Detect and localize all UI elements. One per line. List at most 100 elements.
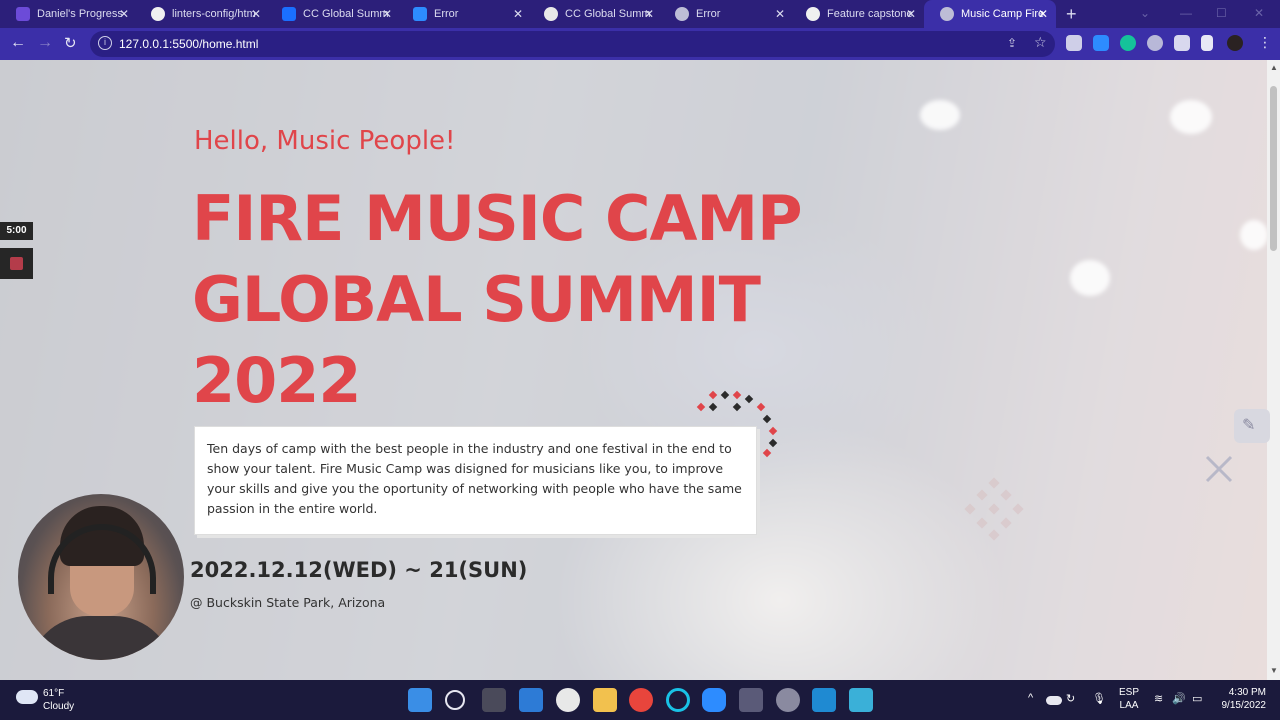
weather-temp: 61°F bbox=[43, 688, 65, 699]
onedrive-icon[interactable] bbox=[1046, 696, 1062, 705]
photos-icon[interactable] bbox=[849, 688, 873, 712]
grammarly-icon[interactable] bbox=[1120, 35, 1136, 51]
tab-feature-capstone[interactable]: Feature capstone ✕ bbox=[790, 0, 924, 28]
scrollbar-thumb[interactable] bbox=[1270, 86, 1277, 251]
zoom-icon[interactable] bbox=[702, 688, 726, 712]
tab-search-icon[interactable]: ⌄ bbox=[1140, 6, 1150, 20]
language-indicator[interactable]: ESP LAA bbox=[1118, 686, 1140, 712]
windows-start-icon[interactable] bbox=[408, 688, 432, 712]
decorative-pattern bbox=[964, 477, 1024, 541]
close-icon[interactable]: ✕ bbox=[251, 7, 261, 21]
clock-date: 9/15/2022 bbox=[1221, 700, 1267, 711]
close-icon[interactable]: ✕ bbox=[644, 7, 654, 21]
profile-avatar[interactable] bbox=[1227, 35, 1243, 51]
close-icon[interactable]: ✕ bbox=[1038, 7, 1048, 21]
title-line: FIRE MUSIC CAMP bbox=[192, 182, 803, 255]
behance-icon bbox=[282, 7, 296, 21]
settings-extension-icon[interactable] bbox=[1147, 35, 1163, 51]
url-text: 127.0.0.1:5500/home.html bbox=[119, 37, 259, 51]
recording-timer: 5:00 bbox=[0, 222, 33, 240]
bookmark-star-icon[interactable]: ☆ bbox=[1034, 34, 1047, 51]
scroll-down-arrow-icon[interactable]: ▼ bbox=[1270, 666, 1278, 675]
side-widget-button[interactable]: ✎ bbox=[1234, 409, 1270, 443]
codepen-icon bbox=[544, 7, 558, 21]
tab-music-camp-fire[interactable]: Music Camp Fire ✕ bbox=[924, 0, 1056, 28]
settings-icon[interactable] bbox=[776, 688, 800, 712]
store-icon[interactable] bbox=[519, 688, 543, 712]
description-box: Ten days of camp with the best people in… bbox=[194, 426, 757, 535]
title-line: GLOBAL SUMMIT bbox=[192, 263, 761, 336]
close-window-icon[interactable]: ✕ bbox=[1254, 6, 1264, 20]
webcam-person-shirt bbox=[28, 616, 174, 660]
greeting-text: Hello, Music People! bbox=[194, 126, 456, 156]
tab-title: Daniel's Progress bbox=[37, 8, 123, 20]
close-icon[interactable]: ✕ bbox=[513, 7, 523, 21]
weather-condition: Cloudy bbox=[43, 701, 75, 712]
webcam-overlay bbox=[18, 494, 184, 660]
tray-chevron-icon[interactable]: ^ bbox=[1028, 692, 1033, 704]
extension-icon[interactable] bbox=[1066, 35, 1082, 51]
share-icon[interactable]: ⇪ bbox=[1007, 36, 1017, 50]
wifi-icon[interactable]: ≋ bbox=[1154, 692, 1163, 705]
battery-icon[interactable]: ▭ bbox=[1192, 692, 1202, 705]
tab-error-globe[interactable]: Error ✕ bbox=[659, 0, 793, 28]
site-info-icon[interactable]: i bbox=[98, 36, 112, 50]
side-panel-icon[interactable] bbox=[1201, 35, 1213, 51]
cloud-icon bbox=[16, 690, 38, 704]
clock-time: 4:30 PM bbox=[1228, 687, 1266, 698]
tab-linters-config[interactable]: linters-config/htm ✕ bbox=[135, 0, 269, 28]
scroll-up-arrow-icon[interactable]: ▲ bbox=[1270, 63, 1278, 72]
decorative-x-pattern bbox=[1205, 455, 1233, 483]
title-line: 2022 bbox=[192, 344, 362, 417]
zoom-icon bbox=[413, 7, 427, 21]
back-arrow-icon[interactable]: ← bbox=[10, 34, 26, 52]
stop-recording-button[interactable] bbox=[0, 248, 33, 279]
globe-icon bbox=[940, 7, 954, 21]
windows-taskbar: 61°F Cloudy ^ ↻ 🎙 ESP LAA ≋ 🔊 ▭ 4:30 PM … bbox=[0, 680, 1280, 720]
language-code: ESP bbox=[1118, 687, 1139, 698]
slack-icon[interactable] bbox=[556, 688, 580, 712]
microphone-icon[interactable]: 🎙 bbox=[1092, 692, 1106, 705]
globe-icon bbox=[675, 7, 689, 21]
kebab-menu-icon[interactable]: ⋮ bbox=[1258, 34, 1272, 51]
task-view-icon[interactable] bbox=[482, 688, 506, 712]
vscode-icon[interactable] bbox=[812, 688, 836, 712]
puzzle-extensions-icon[interactable] bbox=[1174, 35, 1190, 51]
system-clock[interactable]: 4:30 PM 9/15/2022 bbox=[1216, 686, 1267, 712]
forward-arrow-icon[interactable]: → bbox=[37, 34, 53, 52]
close-icon[interactable]: ✕ bbox=[775, 7, 785, 21]
close-icon[interactable]: ✕ bbox=[382, 7, 392, 21]
event-venue: @ Buckskin State Park, Arizona bbox=[190, 595, 386, 610]
browser-tab-strip: Daniel's Progress ✕ linters-config/htm ✕… bbox=[0, 0, 1280, 28]
chrome-icon[interactable] bbox=[629, 688, 653, 712]
page-scrollbar[interactable]: ▲ ▼ bbox=[1267, 60, 1280, 680]
search-icon[interactable] bbox=[445, 690, 465, 710]
sync-icon[interactable]: ↻ bbox=[1066, 692, 1075, 705]
pen-icon: ✎ bbox=[1242, 417, 1256, 434]
page-viewport: Hello, Music People! FIRE MUSIC CAMP GLO… bbox=[0, 60, 1267, 680]
file-explorer-icon[interactable] bbox=[593, 688, 617, 712]
snipping-tool-icon[interactable] bbox=[739, 688, 763, 712]
reload-icon[interactable]: ↻ bbox=[64, 34, 77, 52]
address-bar[interactable]: i 127.0.0.1:5500/home.html ⇪ ☆ bbox=[90, 31, 1055, 57]
close-icon[interactable]: ✕ bbox=[906, 7, 916, 21]
new-tab-button[interactable]: + bbox=[1066, 4, 1077, 25]
zoom-extension-icon[interactable] bbox=[1093, 35, 1109, 51]
page-title: FIRE MUSIC CAMP GLOBAL SUMMIT 2022 bbox=[192, 178, 852, 421]
cortana-icon[interactable] bbox=[666, 688, 690, 712]
keyboard-layout: LAA bbox=[1119, 700, 1139, 711]
stop-icon bbox=[10, 257, 23, 270]
tab-cc-global-summit-codepen[interactable]: CC Global Summ ✕ bbox=[528, 0, 662, 28]
github-icon bbox=[806, 7, 820, 21]
github-icon bbox=[151, 7, 165, 21]
close-icon[interactable]: ✕ bbox=[119, 7, 129, 21]
volume-icon[interactable]: 🔊 bbox=[1172, 692, 1186, 705]
browser-toolbar: ← → ↻ i 127.0.0.1:5500/home.html ⇪ ☆ ⋮ bbox=[0, 28, 1280, 60]
maximize-icon[interactable]: ☐ bbox=[1216, 6, 1227, 20]
tab-daniels-progress[interactable]: Daniel's Progress ✕ bbox=[0, 0, 137, 28]
tab-error-zoom[interactable]: Error ✕ bbox=[397, 0, 531, 28]
minimize-icon[interactable]: — bbox=[1180, 6, 1192, 20]
tab-cc-global-summit-behance[interactable]: CC Global Summ ✕ bbox=[266, 0, 400, 28]
event-date: 2022.12.12(WED) ~ 21(SUN) bbox=[190, 558, 528, 582]
microverse-icon bbox=[16, 7, 30, 21]
